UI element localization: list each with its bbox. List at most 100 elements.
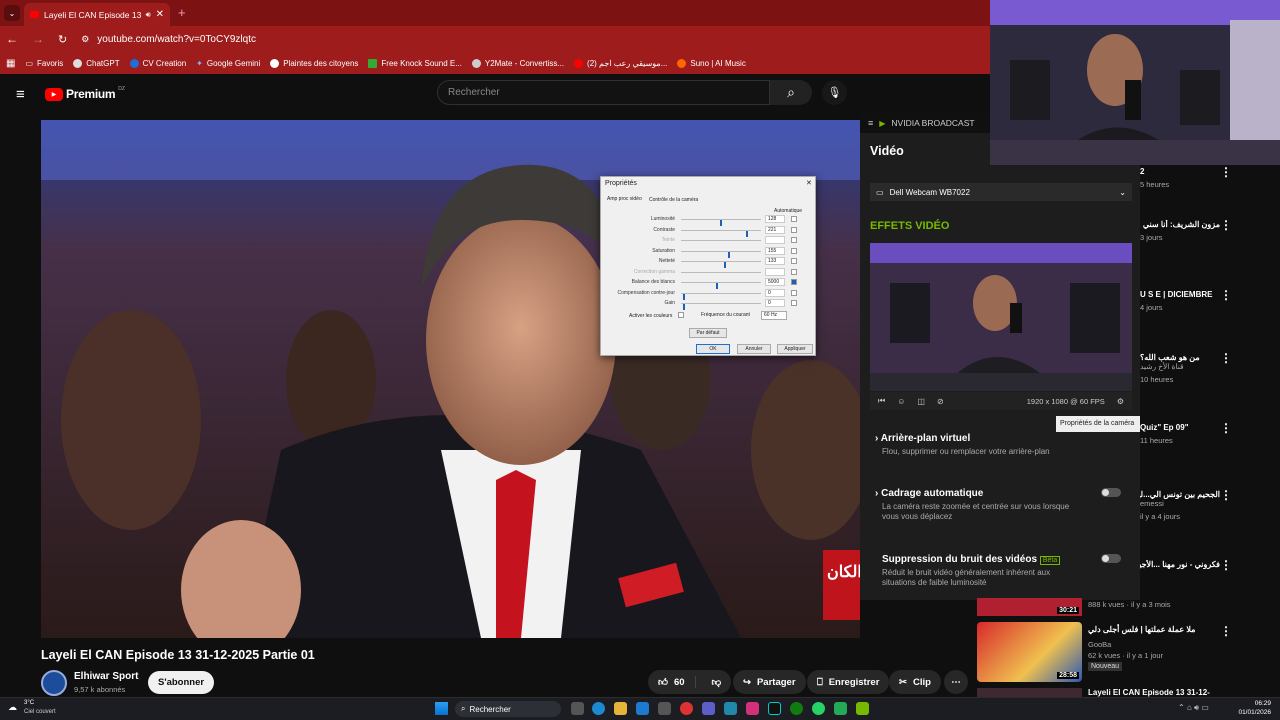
slider-thumb[interactable]	[682, 304, 685, 310]
recommendation-item[interactable]: الجحيم بين تونس الي...لهجرة ،السجن و الا…	[1140, 490, 1220, 521]
recommendation-title[interactable]: ملا عملة عملتها | فلس أجلى دلي	[1088, 625, 1195, 634]
site-info-icon[interactable]: ⚙	[81, 34, 89, 45]
more-actions-icon[interactable]: ⋮	[1220, 624, 1232, 638]
power-frequency-select[interactable]: 60 Hz	[761, 311, 787, 320]
bookmark-plaintes[interactable]: Plaintes des citoyens	[270, 58, 358, 68]
property-value[interactable]: 128	[765, 215, 785, 223]
bookmark-cv-creation[interactable]: CV Creation	[129, 58, 186, 68]
recommendation-item[interactable]: من هو شعب الله؟ قناة الأخ رشيد 10 heures	[1140, 353, 1220, 384]
property-slider[interactable]	[681, 303, 761, 310]
property-slider[interactable]	[681, 261, 761, 268]
tab-camera-control[interactable]: Contrôle de la caméra	[649, 197, 698, 203]
recommendation-item[interactable]: فكروني - نور مهنا ...الأجيال "محمد عبدال…	[1140, 560, 1220, 573]
task-view-icon[interactable]	[571, 702, 584, 715]
noise-removal-toggle[interactable]	[1101, 554, 1121, 563]
share-button[interactable]: ↪ Partager	[733, 670, 806, 694]
new-tab-plus-icon[interactable]: +	[178, 5, 186, 20]
menu-icon[interactable]: ≡	[868, 118, 873, 128]
bookmark-music[interactable]: (2) موسيقي رعب اجم...	[574, 58, 667, 68]
more-actions-icon[interactable]: ⋮	[1220, 488, 1232, 502]
apps-grid-icon[interactable]: ▦	[6, 58, 15, 69]
bookmark-free-knock[interactable]: Free Knock Sound E...	[368, 58, 462, 68]
green-app-icon[interactable]	[834, 702, 847, 715]
whatsapp-icon[interactable]	[812, 702, 825, 715]
dislike-button[interactable]: 👎︎	[702, 676, 732, 688]
recommendation-item[interactable]: مزون الشريف: أنا سني ...سول ويصرح علي ظل…	[1140, 220, 1220, 242]
close-tab-icon[interactable]: ✕	[156, 9, 164, 20]
url-field[interactable]: youtube.com/watch?v=0ToCY9zlqtc	[97, 34, 256, 45]
bookmark-google-gemini[interactable]: ✦ Google Gemini	[196, 59, 260, 68]
auto-checkbox[interactable]	[791, 258, 797, 264]
forward-arrow-icon[interactable]: →	[32, 32, 44, 46]
auto-checkbox[interactable]	[791, 279, 797, 285]
recommendation-item[interactable]: U S E | DICIEMBRE 4 jours	[1140, 290, 1220, 312]
default-button[interactable]: Par défaut	[689, 328, 727, 338]
dialog-close-icon[interactable]: ✕	[806, 179, 812, 187]
app-icon-1[interactable]	[658, 702, 671, 715]
property-slider[interactable]	[681, 240, 761, 241]
hamburger-menu-icon[interactable]: ≡	[16, 86, 25, 103]
channel-avatar[interactable]	[41, 670, 67, 696]
enable-colors-checkbox[interactable]	[678, 312, 684, 318]
property-slider[interactable]	[681, 292, 761, 300]
like-button[interactable]: 👍︎ 60	[648, 676, 696, 688]
property-slider[interactable]	[681, 282, 761, 289]
more-actions-icon[interactable]: ⋮	[1220, 421, 1232, 435]
hide-preview-icon[interactable]: ⊘	[937, 397, 944, 406]
property-slider[interactable]	[681, 271, 761, 273]
bookmark-favoris[interactable]: ▭ Favoris	[25, 59, 63, 68]
tab-active[interactable]: Layeli El CAN Episode 13 3 🔊︎ ✕	[24, 3, 170, 26]
device-select[interactable]: ▭ Dell Webcam WB7022 ⌄	[870, 183, 1132, 201]
clip-button[interactable]: ✂ Clip	[889, 670, 941, 694]
xbox-icon[interactable]	[790, 702, 803, 715]
chrome-icon[interactable]	[680, 702, 693, 715]
auto-frame-toggle[interactable]	[1101, 488, 1121, 497]
bookmark-suno[interactable]: Suno | AI Music	[677, 58, 746, 68]
property-value[interactable]	[765, 236, 785, 244]
search-input[interactable]: Rechercher	[437, 80, 770, 105]
teams-icon[interactable]	[702, 702, 715, 715]
recommendation-item[interactable]: "Quiz" Ep 09 11 heures	[1140, 423, 1220, 445]
property-value[interactable]: 0	[765, 299, 785, 307]
instagram-icon[interactable]	[746, 702, 759, 715]
camera-settings-icon[interactable]: ⚙	[1117, 397, 1124, 406]
more-actions-icon[interactable]: ⋮	[1220, 218, 1232, 232]
property-value[interactable]: 0	[765, 288, 785, 297]
bookmark-chatgpt[interactable]: ChatGPT	[73, 58, 120, 68]
effect-video-noise-removal[interactable]: Suppression du bruit des vidéos Bêta Réd…	[875, 554, 1125, 588]
cancel-button[interactable]: Annuler	[737, 344, 771, 354]
more-actions-icon[interactable]: ⋮	[1220, 165, 1232, 179]
recommendation-thumb-1[interactable]: 30:21	[977, 598, 1082, 616]
auto-checkbox[interactable]	[791, 216, 797, 222]
property-value[interactable]: 5000	[765, 278, 785, 286]
property-value[interactable]: 221	[765, 225, 785, 234]
tab-amp-proc-video[interactable]: Amp proc vidéo	[607, 196, 642, 202]
taskbar-search[interactable]: ⌕ Rechercher	[455, 701, 561, 717]
auto-checkbox[interactable]	[791, 247, 797, 254]
reload-icon[interactable]: ↻	[58, 33, 67, 46]
tiktok-icon[interactable]	[768, 702, 781, 715]
person-icon[interactable]: ☺	[897, 397, 905, 406]
start-windows-icon[interactable]	[435, 702, 448, 715]
speaker-icon[interactable]: 🔊︎	[146, 10, 151, 20]
recommendation-item[interactable]: 2 5 heures	[1140, 167, 1220, 189]
back-arrow-icon[interactable]: ←	[6, 32, 18, 46]
photos-icon[interactable]	[724, 702, 737, 715]
search-button[interactable]: ⌕	[770, 80, 812, 105]
bookmark-y2mate[interactable]: Y2Mate - Convertiss...	[471, 58, 564, 68]
property-slider[interactable]	[681, 229, 761, 237]
vscode-icon[interactable]	[636, 702, 649, 715]
edge-icon[interactable]	[592, 702, 605, 715]
property-value[interactable]	[765, 267, 785, 276]
subscribe-button[interactable]: S'abonner	[148, 671, 215, 694]
voice-search-button[interactable]: 🎙︎	[822, 80, 847, 105]
effect-virtual-background[interactable]: › Arrière-plan virtuel Flou, supprimer o…	[875, 433, 1125, 457]
file-explorer-icon[interactable]	[614, 702, 627, 715]
more-actions-icon[interactable]: ⋮	[1220, 558, 1232, 572]
auto-checkbox[interactable]	[791, 226, 797, 233]
property-value[interactable]: 133	[765, 257, 785, 265]
property-slider[interactable]	[681, 219, 761, 226]
more-actions-icon[interactable]: ⋮	[1220, 351, 1232, 365]
effect-auto-frame[interactable]: › Cadrage automatique La caméra reste zo…	[875, 488, 1125, 522]
skip-icon[interactable]: ⏮	[878, 396, 885, 406]
